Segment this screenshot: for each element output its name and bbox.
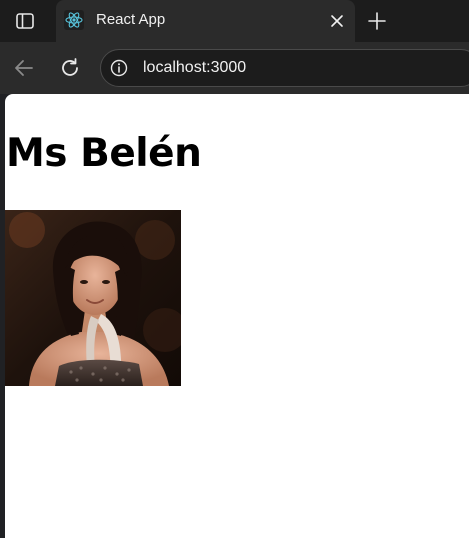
close-icon[interactable]: [328, 12, 346, 30]
tab-title: React App: [96, 11, 166, 28]
sidebar-toggle-icon[interactable]: [15, 11, 35, 31]
navigation-toolbar: localhost:3000: [0, 42, 469, 94]
back-arrow-icon[interactable]: [12, 56, 36, 80]
info-icon[interactable]: [110, 59, 128, 77]
active-tab[interactable]: React App: [56, 0, 355, 42]
address-bar[interactable]: localhost:3000: [100, 49, 469, 87]
plus-icon[interactable]: [366, 10, 388, 32]
react-logo-icon: [64, 10, 84, 30]
reload-icon[interactable]: [58, 56, 82, 80]
tab-strip: React App: [0, 0, 469, 42]
page-title: Ms Belén: [6, 131, 202, 176]
page-viewport: Ms Belén: [5, 94, 469, 538]
url-text[interactable]: localhost:3000: [143, 59, 246, 77]
profile-photo: [5, 210, 181, 386]
